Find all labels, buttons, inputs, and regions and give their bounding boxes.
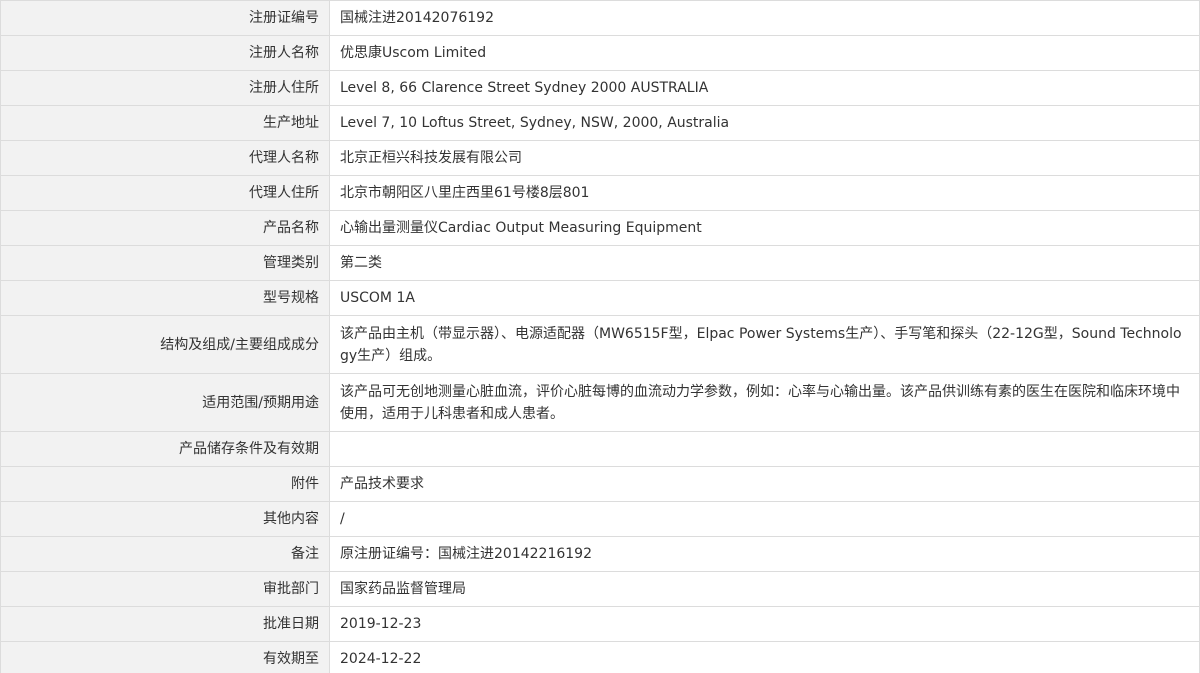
- table-row: 生产地址 Level 7, 10 Loftus Street, Sydney, …: [0, 105, 1200, 141]
- agent-name-label: 代理人名称: [0, 140, 330, 176]
- agent-name-value: 北京正桓兴科技发展有限公司: [329, 140, 1200, 176]
- table-row: 其他内容 /: [0, 501, 1200, 537]
- intended-use-value: 该产品可无创地测量心脏血流，评价心脏每博的血流动力学参数，例如：心率与心输出量。…: [329, 373, 1200, 432]
- other-content-label: 其他内容: [0, 501, 330, 537]
- table-row: 代理人名称 北京正桓兴科技发展有限公司: [0, 140, 1200, 176]
- table-row: 型号规格 USCOM 1A: [0, 280, 1200, 316]
- management-category-value: 第二类: [329, 245, 1200, 281]
- approval-department-value: 国家药品监督管理局: [329, 571, 1200, 607]
- remarks-value: 原注册证编号：国械注进20142216192: [329, 536, 1200, 572]
- registrant-name-value: 优思康Uscom Limited: [329, 35, 1200, 71]
- table-row: 审批部门 国家药品监督管理局: [0, 571, 1200, 607]
- storage-validity-value: [329, 431, 1200, 467]
- attachment-value: 产品技术要求: [329, 466, 1200, 502]
- agent-address-value: 北京市朝阳区八里庄西里61号楼8层801: [329, 175, 1200, 211]
- other-content-value: /: [329, 501, 1200, 537]
- management-category-label: 管理类别: [0, 245, 330, 281]
- table-row: 注册证编号 国械注进20142076192: [0, 0, 1200, 36]
- table-row: 适用范围/预期用途 该产品可无创地测量心脏血流，评价心脏每博的血流动力学参数，例…: [0, 373, 1200, 432]
- intended-use-label: 适用范围/预期用途: [0, 373, 330, 432]
- registrant-address-label: 注册人住所: [0, 70, 330, 106]
- table-row: 结构及组成/主要组成成分 该产品由主机（带显示器）、电源适配器（MW6515F型…: [0, 315, 1200, 374]
- table-row: 有效期至 2024-12-22: [0, 641, 1200, 673]
- approval-department-label: 审批部门: [0, 571, 330, 607]
- approval-date-label: 批准日期: [0, 606, 330, 642]
- model-spec-label: 型号规格: [0, 280, 330, 316]
- table-row: 代理人住所 北京市朝阳区八里庄西里61号楼8层801: [0, 175, 1200, 211]
- product-name-value: 心输出量测量仪Cardiac Output Measuring Equipmen…: [329, 210, 1200, 246]
- registrant-name-label: 注册人名称: [0, 35, 330, 71]
- structure-composition-label: 结构及组成/主要组成成分: [0, 315, 330, 374]
- table-row: 管理类别 第二类: [0, 245, 1200, 281]
- production-address-value: Level 7, 10 Loftus Street, Sydney, NSW, …: [329, 105, 1200, 141]
- storage-validity-label: 产品储存条件及有效期: [0, 431, 330, 467]
- table-row: 产品储存条件及有效期: [0, 431, 1200, 467]
- table-row: 注册人住所 Level 8, 66 Clarence Street Sydney…: [0, 70, 1200, 106]
- table-row: 备注 原注册证编号：国械注进20142216192: [0, 536, 1200, 572]
- structure-composition-value: 该产品由主机（带显示器）、电源适配器（MW6515F型，Elpac Power …: [329, 315, 1200, 374]
- registration-record-table: 注册证编号 国械注进20142076192 注册人名称 优思康Uscom Lim…: [0, 0, 1200, 673]
- registrant-address-value: Level 8, 66 Clarence Street Sydney 2000 …: [329, 70, 1200, 106]
- registration-number-label: 注册证编号: [0, 0, 330, 36]
- product-name-label: 产品名称: [0, 210, 330, 246]
- production-address-label: 生产地址: [0, 105, 330, 141]
- model-spec-value: USCOM 1A: [329, 280, 1200, 316]
- remarks-label: 备注: [0, 536, 330, 572]
- table-row: 注册人名称 优思康Uscom Limited: [0, 35, 1200, 71]
- approval-date-value: 2019-12-23: [329, 606, 1200, 642]
- agent-address-label: 代理人住所: [0, 175, 330, 211]
- expiry-date-label: 有效期至: [0, 641, 330, 673]
- expiry-date-value: 2024-12-22: [329, 641, 1200, 673]
- registration-number-value: 国械注进20142076192: [329, 0, 1200, 36]
- table-row: 附件 产品技术要求: [0, 466, 1200, 502]
- attachment-label: 附件: [0, 466, 330, 502]
- table-row: 产品名称 心输出量测量仪Cardiac Output Measuring Equ…: [0, 210, 1200, 246]
- table-row: 批准日期 2019-12-23: [0, 606, 1200, 642]
